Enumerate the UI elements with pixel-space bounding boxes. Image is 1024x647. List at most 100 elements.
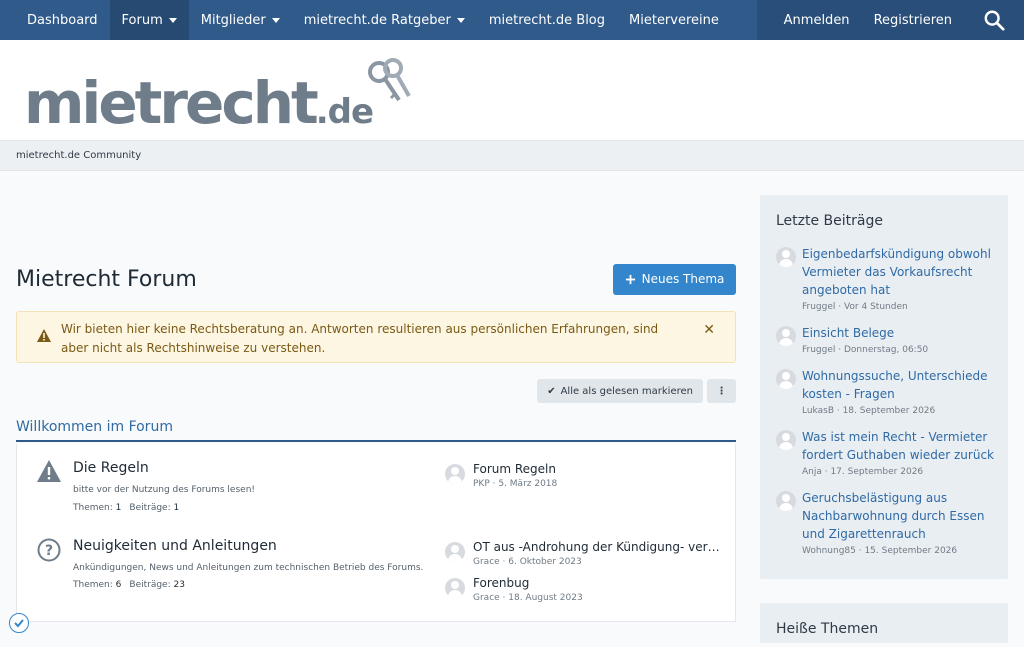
register-link[interactable]: Registrieren bbox=[862, 0, 964, 40]
mark-read-label: Alle als gelesen markieren bbox=[560, 385, 693, 397]
avatar[interactable] bbox=[445, 542, 465, 562]
site-logo[interactable]: mietrecht.de bbox=[24, 58, 413, 132]
nav-tenant-associations[interactable]: Mietervereine bbox=[617, 0, 731, 40]
new-thread-label: Neues Thema bbox=[641, 272, 725, 286]
avatar[interactable] bbox=[776, 247, 796, 267]
search-button[interactable] bbox=[964, 0, 1024, 40]
sidebar-post-meta: Wohnung85 · 15. September 2026 bbox=[802, 546, 958, 556]
sidebar-post: Eigenbedarfskündigung obwohl Vermieter d… bbox=[760, 245, 1008, 312]
sidebar-post-meta: LukasB · 18. September 2026 bbox=[802, 406, 936, 416]
search-icon bbox=[984, 10, 1005, 31]
sidebar-post-title[interactable]: Einsicht Belege bbox=[802, 324, 998, 342]
posts-label: Beiträge: bbox=[129, 580, 171, 590]
latest-posts-title: Letzte Beiträge bbox=[776, 213, 883, 229]
forum-description: Ankündigungen, News und Anleitungen zum … bbox=[73, 563, 424, 573]
title-row: Mietrecht Forum Neues Thema bbox=[16, 263, 736, 295]
latest-post-title[interactable]: Forenbug bbox=[473, 576, 725, 590]
sidebar-post-title[interactable]: Eigenbedarfskündigung obwohl Vermieter d… bbox=[802, 245, 998, 299]
chevron-down-icon bbox=[456, 17, 465, 23]
plus-icon bbox=[625, 274, 635, 284]
avatar[interactable] bbox=[445, 578, 465, 598]
forum-description: bitte vor der Nutzung des Forums lesen! bbox=[73, 485, 256, 495]
posts-count: 23 bbox=[173, 580, 185, 590]
sidebar-post-title[interactable]: Was ist mein Recht - Vermieter fordert G… bbox=[802, 428, 998, 464]
breadcrumb-home[interactable]: mietrecht.de Community bbox=[16, 150, 141, 161]
warning-icon bbox=[37, 329, 51, 342]
threads-label: Themen: bbox=[73, 580, 113, 590]
privacy-settings-button[interactable] bbox=[9, 613, 29, 633]
site-header: mietrecht.de bbox=[0, 40, 1024, 140]
nav-blog[interactable]: mietrecht.de Blog bbox=[477, 0, 617, 40]
check-icon: ✔ bbox=[547, 385, 556, 397]
nav-blog-label: mietrecht.de Blog bbox=[488, 12, 606, 28]
nav-dashboard-label: Dashboard bbox=[27, 12, 98, 28]
hot-topics-block: Heiße Themen bbox=[760, 603, 1008, 643]
chevron-down-icon bbox=[271, 17, 280, 23]
threads-count: 1 bbox=[115, 503, 122, 513]
latest-post-title[interactable]: OT aus -Androhung der Kündigung- versc… bbox=[473, 540, 725, 554]
forum-list: Die Regeln bitte vor der Nutzung des For… bbox=[16, 444, 736, 622]
avatar[interactable] bbox=[776, 491, 796, 511]
nav-members-label: Mitglieder bbox=[200, 12, 266, 28]
nav-forum-label: Forum bbox=[121, 12, 163, 28]
sidebar-post: Einsicht Belege Fruggel · Donnerstag, 06… bbox=[760, 324, 1008, 355]
forum-stats: Themen: 1 Beiträge: 1 bbox=[73, 503, 187, 513]
close-icon[interactable]: ✕ bbox=[703, 321, 715, 340]
svg-text:?: ? bbox=[45, 543, 53, 559]
latest-post-meta: Grace · 18. August 2023 bbox=[473, 593, 583, 603]
posts-count: 1 bbox=[173, 503, 180, 513]
forum-title[interactable]: Die Regeln bbox=[73, 460, 149, 476]
logo-text: mietrecht.de bbox=[24, 74, 374, 132]
nav-members[interactable]: Mitglieder bbox=[189, 0, 292, 40]
sidebar-post-meta: Fruggel · Donnerstag, 06:50 bbox=[802, 345, 929, 355]
more-options-button[interactable]: ⋮ bbox=[707, 379, 736, 403]
avatar[interactable] bbox=[776, 326, 796, 346]
latest-posts-block: Letzte Beiträge Eigenbedarfskündigung ob… bbox=[760, 195, 1008, 579]
posts-label: Beiträge: bbox=[129, 503, 171, 513]
warning-icon bbox=[37, 460, 61, 482]
sidebar-post-meta: Anja · 17. September 2026 bbox=[802, 467, 924, 477]
avatar[interactable] bbox=[776, 430, 796, 450]
sidebar-post-meta: Fruggel · Vor 4 Stunden bbox=[802, 302, 908, 312]
nav-tenant-associations-label: Mietervereine bbox=[629, 12, 719, 28]
notice-text: Wir bieten hier keine Rechtsberatung an.… bbox=[61, 322, 659, 355]
threads-label: Themen: bbox=[73, 503, 113, 513]
chevron-down-icon bbox=[168, 17, 177, 23]
avatar[interactable] bbox=[445, 464, 465, 484]
avatar[interactable] bbox=[776, 369, 796, 389]
new-thread-button[interactable]: Neues Thema bbox=[613, 263, 736, 295]
category-title[interactable]: Willkommen im Forum bbox=[16, 419, 736, 442]
nav-dashboard[interactable]: Dashboard bbox=[0, 0, 110, 40]
sidebar-post-title[interactable]: Wohnungssuche, Unterschiede kosten - Fra… bbox=[802, 367, 998, 403]
page-title: Mietrecht Forum bbox=[16, 266, 197, 292]
breadcrumb: mietrecht.de Community bbox=[0, 140, 1024, 171]
threads-count: 6 bbox=[115, 580, 122, 590]
mark-read-button[interactable]: ✔ Alle als gelesen markieren bbox=[537, 379, 703, 403]
nav-guide-label: mietrecht.de Ratgeber bbox=[303, 12, 451, 28]
logo-main: mietrecht bbox=[24, 69, 319, 137]
keys-icon bbox=[368, 58, 411, 102]
question-icon: ? bbox=[37, 538, 61, 562]
forum-title[interactable]: Neuigkeiten und Anleitungen bbox=[73, 538, 277, 554]
sidebar-post-title[interactable]: Geruchsbelästigung aus Nachbarwohnung du… bbox=[802, 489, 998, 543]
more-vertical-icon: ⋮ bbox=[716, 385, 727, 397]
register-label: Registrieren bbox=[873, 12, 952, 28]
nav-account-area: Anmelden Registrieren bbox=[756, 0, 1024, 40]
forum-stats: Themen: 6 Beiträge: 23 bbox=[73, 580, 193, 590]
login-link[interactable]: Anmelden bbox=[757, 0, 862, 40]
legal-notice: Wir bieten hier keine Rechtsberatung an.… bbox=[16, 311, 736, 363]
shield-check-icon bbox=[14, 619, 24, 628]
latest-post-meta: Grace · 6. Oktober 2023 bbox=[473, 557, 582, 567]
nav-forum[interactable]: Forum bbox=[109, 0, 189, 40]
sidebar-post: Wohnungssuche, Unterschiede kosten - Fra… bbox=[760, 367, 1008, 416]
forum-tools: ✔ Alle als gelesen markieren ⋮ bbox=[537, 379, 736, 403]
nav-guide[interactable]: mietrecht.de Ratgeber bbox=[292, 0, 477, 40]
sidebar-post: Geruchsbelästigung aus Nachbarwohnung du… bbox=[760, 489, 1008, 556]
hot-topics-title: Heiße Themen bbox=[776, 621, 879, 637]
sidebar-post: Was ist mein Recht - Vermieter fordert G… bbox=[760, 428, 1008, 477]
latest-post-meta: PKP · 5. März 2018 bbox=[473, 479, 558, 489]
latest-post-title[interactable]: Forum Regeln bbox=[473, 462, 725, 476]
login-label: Anmelden bbox=[783, 12, 850, 28]
top-navigation: Dashboard Forum Mitglieder mietrecht.de … bbox=[0, 0, 1024, 40]
